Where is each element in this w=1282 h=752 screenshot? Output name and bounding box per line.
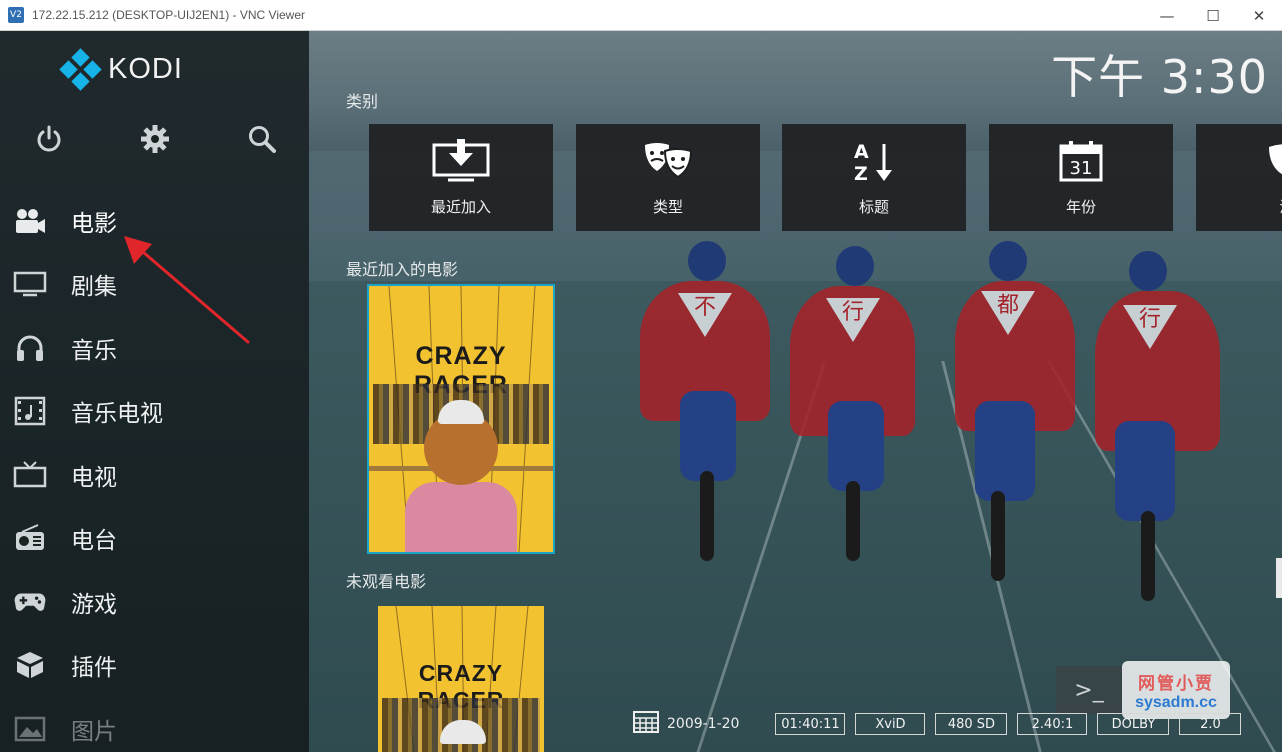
release-date: 2009-1-20 [633,711,739,737]
window-controls: — ☐ ✕ [1144,0,1282,31]
flag-duration: 01:40:11 [775,713,846,735]
kodi-app: 不 行 都 行 KODI 电影 剧集 音乐 音乐电视 电视 电台 游戏 插件 图… [0,31,1282,752]
menu-item-music-videos[interactable]: 音乐电视 [0,380,309,444]
category-recently-added[interactable]: 最近加入 [369,124,553,231]
flag-audio-channels: 2.0 [1179,713,1242,735]
mask-icon [1267,138,1282,184]
box-icon [13,650,47,680]
kodi-logo-icon [59,48,102,91]
menu-item-label: 音乐 [71,337,117,364]
media-info-bar: 2009-1-20 01:40:11 XviD 480 SD 2.40:1 DO… [633,710,1251,738]
clock: 下午 3:30 [1051,50,1268,104]
sidebar: KODI 电影 剧集 音乐 音乐电视 电视 电台 游戏 插件 图片 [0,31,309,752]
maximize-button[interactable]: ☐ [1190,0,1236,31]
category-years[interactable]: 31 年份 [989,124,1173,231]
calendar-icon [633,711,659,737]
menu-item-label: 电影 [71,210,117,237]
movie-poster-unwatched[interactable]: CRAZY RACER [378,606,544,752]
movie-poster-recent[interactable]: CRAZY RACER [367,284,555,554]
svg-text:A: A [854,141,869,163]
category-label: 标题 [858,198,889,216]
menu-item-label: 剧集 [71,274,117,301]
calendar-icon: 31 [1059,138,1103,184]
az-sort-icon: AZ [852,138,896,184]
watermark-line2: sysadm.cc [1135,693,1217,711]
category-genres[interactable]: 类型 [576,124,760,231]
radio-icon [13,523,47,553]
menu-item-pictures[interactable]: 图片 [0,697,309,752]
film-music-icon [13,396,47,426]
flag-resolution: 480 SD [935,713,1008,735]
poster-jersey [405,482,517,552]
release-date-text: 2009-1-20 [667,716,740,732]
category-label: 最近加入 [430,198,491,216]
vnc-edge-tab[interactable] [1276,558,1282,598]
menu-item-label: 游戏 [71,591,117,618]
download-tv-icon [432,138,490,184]
category-label: 类型 [652,198,683,216]
categories-row: 最近加入 类型 AZ 标题 31 年份 演 [369,124,1282,231]
terminal-icon: >_ [1056,666,1122,714]
search-icon[interactable] [242,119,282,159]
flag-audio-codec: DOLBY [1097,713,1170,735]
menu-item-addons[interactable]: 插件 [0,634,309,698]
minimize-button[interactable]: — [1144,0,1190,31]
category-label: 年份 [1065,198,1096,216]
watermark-line1: 网管小贾 [1138,673,1214,694]
category-titles[interactable]: AZ 标题 [782,124,966,231]
menu-item-music[interactable]: 音乐 [0,316,309,380]
menu-item-label: 音乐电视 [71,401,163,428]
kodi-logo-text: KODI [108,52,183,85]
category-actors[interactable]: 演 [1196,124,1282,231]
menu-item-tv-shows[interactable]: 剧集 [0,253,309,317]
unwatched-movies-heading: 未观看电影 [346,572,427,591]
window-titlebar: V2 172.22.15.212 (DESKTOP-UIJ2EN1) - VNC… [0,0,1282,31]
close-button[interactable]: ✕ [1236,0,1282,31]
gamepad-icon [13,587,47,617]
headphones-icon [13,333,47,363]
main-menu: 电影 剧集 音乐 音乐电视 电视 电台 游戏 插件 图片 [0,189,309,752]
gear-icon[interactable] [135,119,175,159]
window-title: 172.22.15.212 (DESKTOP-UIJ2EN1) - VNC Vi… [32,8,306,22]
monitor-icon [13,269,47,299]
recent-movies-heading: 最近加入的电影 [346,260,459,279]
kodi-logo: KODI [59,48,183,91]
movie-camera-icon [13,206,47,236]
svg-text:Z: Z [854,163,868,182]
power-icon[interactable] [29,119,69,159]
categories-heading: 类别 [346,92,379,111]
menu-item-movies[interactable]: 电影 [0,189,309,253]
vnc-app-icon: V2 [8,7,24,23]
menu-item-tv[interactable]: 电视 [0,443,309,507]
menu-item-label: 图片 [71,718,117,745]
picture-icon [13,714,47,744]
sidebar-top-icons [0,119,309,159]
menu-item-label: 插件 [71,655,117,682]
calendar-day-number: 31 [1069,158,1093,179]
flag-aspect-ratio: 2.40:1 [1017,713,1088,735]
flag-video-codec: XviD [855,713,926,735]
menu-item-label: 电视 [71,464,117,491]
menu-item-label: 电台 [71,528,117,555]
theater-masks-icon [643,138,693,184]
tv-icon [13,460,47,490]
menu-item-games[interactable]: 游戏 [0,570,309,634]
menu-item-radio[interactable]: 电台 [0,507,309,571]
